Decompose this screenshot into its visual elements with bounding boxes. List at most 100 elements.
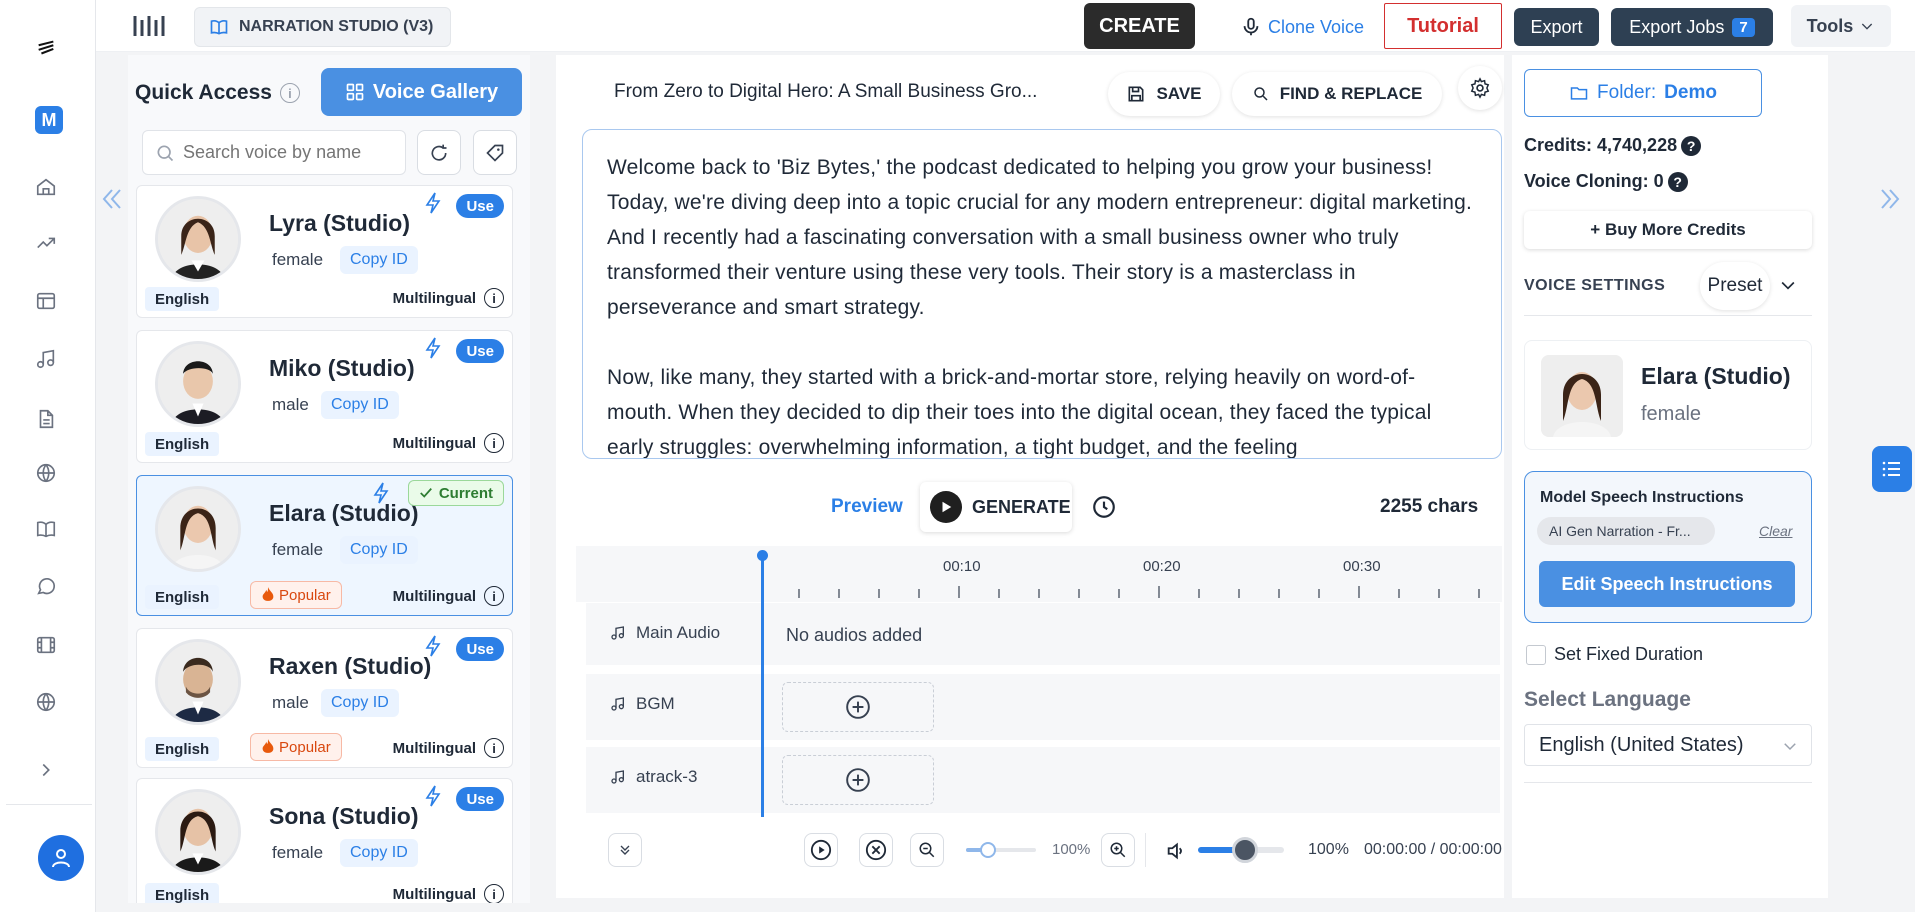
history-icon[interactable] — [1091, 494, 1117, 520]
voice-cloning-value: Voice Cloning: 0 — [1524, 171, 1664, 191]
outline-toggle-button[interactable] — [1872, 446, 1912, 492]
use-voice-button[interactable]: Use — [456, 194, 504, 218]
stop-button[interactable] — [859, 833, 893, 867]
voice-card-raxen[interactable]: Raxen (Studio) male Copy ID Use English … — [136, 628, 513, 768]
copy-id-button[interactable]: Copy ID — [340, 246, 418, 274]
use-voice-button[interactable]: Use — [456, 787, 504, 811]
info-icon[interactable]: i — [484, 586, 504, 606]
collapse-right-icon[interactable] — [1874, 184, 1904, 214]
home-icon[interactable] — [32, 173, 60, 201]
model-label: Multilingual — [392, 290, 476, 307]
volume-icon[interactable] — [1165, 840, 1187, 862]
tag-filter-button[interactable] — [473, 130, 517, 175]
export-jobs-button[interactable]: Export Jobs 7 — [1611, 8, 1773, 46]
layout-icon[interactable] — [32, 287, 60, 315]
track-bgm[interactable]: BGM — [586, 674, 1500, 740]
playhead-handle[interactable] — [757, 550, 768, 561]
chevron-down-icon[interactable] — [1778, 275, 1798, 295]
save-button[interactable]: SAVE — [1108, 72, 1220, 116]
voice-search-box[interactable] — [142, 130, 406, 175]
language-select[interactable]: English (United States) — [1524, 724, 1812, 766]
grid-icon — [346, 83, 364, 101]
quick-access-panel: Quick Access i Voice Gallery Lyra (Studi… — [128, 55, 530, 903]
timeline-ruler[interactable]: 00:10 00:20 00:30 — [576, 546, 1502, 602]
info-icon[interactable]: i — [279, 83, 300, 103]
close-circle-icon — [865, 839, 887, 861]
find-replace-button[interactable]: FIND & REPLACE — [1232, 72, 1442, 116]
info-icon[interactable]: i — [484, 433, 504, 453]
voice-card-miko[interactable]: Miko (Studio) male Copy ID Use English M… — [136, 330, 513, 463]
generate-button[interactable]: GENERATE — [920, 482, 1072, 532]
create-button[interactable]: CREATE — [1084, 3, 1195, 49]
music-icon[interactable] — [32, 345, 60, 373]
play-button[interactable] — [804, 833, 838, 867]
settings-button[interactable] — [1458, 66, 1502, 110]
book-open-icon — [210, 20, 228, 35]
help-icon[interactable]: ? — [1681, 136, 1702, 157]
clone-voice-button[interactable]: Clone Voice — [1213, 7, 1391, 47]
playhead[interactable] — [761, 555, 764, 817]
speech-preset-chip[interactable]: AI Gen Narration - Fr... — [1537, 517, 1715, 545]
voice-card-elara[interactable]: Elara (Studio) female Copy ID Current En… — [136, 475, 513, 616]
export-button[interactable]: Export — [1514, 8, 1599, 46]
trending-icon[interactable] — [32, 229, 60, 257]
track-main-audio[interactable]: Main Audio No audios added — [586, 603, 1500, 665]
globe-alt-icon[interactable] — [32, 688, 60, 716]
copy-id-button[interactable]: Copy ID — [340, 536, 418, 564]
help-icon[interactable]: ? — [1667, 172, 1688, 193]
script-paragraph[interactable]: Now, like many, they started with a bric… — [607, 360, 1477, 458]
voice-name: Lyra (Studio) — [269, 210, 410, 236]
edit-speech-instructions-button[interactable]: Edit Speech Instructions — [1539, 561, 1795, 607]
preview-button[interactable]: Preview — [831, 496, 903, 518]
popular-badge: Popular — [250, 733, 342, 761]
script-editor[interactable]: Welcome back to 'Biz Bytes,' the podcast… — [582, 129, 1502, 459]
expand-rail-icon[interactable] — [32, 756, 60, 784]
info-icon[interactable]: i — [484, 738, 504, 758]
divider — [1524, 782, 1812, 783]
copy-id-button[interactable]: Copy ID — [340, 839, 418, 867]
clear-link[interactable]: Clear — [1759, 523, 1792, 539]
info-icon[interactable]: i — [484, 288, 504, 308]
book-icon[interactable] — [32, 515, 60, 543]
project-type-badge[interactable]: NARRATION STUDIO (V3) — [194, 7, 451, 47]
user-profile-button[interactable] — [38, 835, 84, 881]
voice-card-lyra[interactable]: Lyra (Studio) female Copy ID Use English… — [136, 185, 513, 318]
app-logo-icon[interactable] — [32, 34, 60, 62]
use-voice-button[interactable]: Use — [456, 637, 504, 661]
language-badge: English — [145, 883, 220, 903]
copy-id-button[interactable]: Copy ID — [321, 391, 399, 419]
document-icon[interactable] — [32, 405, 60, 433]
zoom-out-button[interactable] — [910, 833, 944, 867]
chat-icon[interactable] — [32, 573, 60, 601]
refresh-icon — [431, 144, 447, 161]
fixed-duration-checkbox[interactable] — [1526, 645, 1546, 665]
collapse-timeline-button[interactable] — [608, 833, 642, 867]
folder-selector[interactable]: Folder: Demo — [1524, 69, 1762, 117]
voice-search-input[interactable] — [183, 142, 393, 163]
buy-credits-button[interactable]: + Buy More Credits — [1524, 211, 1812, 249]
globe-icon[interactable] — [32, 459, 60, 487]
volume-slider-thumb[interactable] — [1232, 837, 1258, 863]
add-audio-button[interactable] — [782, 755, 934, 805]
project-title[interactable]: From Zero to Digital Hero: A Small Busin… — [614, 81, 1037, 103]
selected-voice-card[interactable]: Elara (Studio) female — [1524, 340, 1812, 450]
zoom-slider-thumb[interactable] — [980, 842, 996, 858]
collapse-left-icon[interactable] — [98, 184, 128, 214]
voice-gallery-button[interactable]: Voice Gallery — [321, 68, 522, 116]
copy-id-button[interactable]: Copy ID — [321, 689, 399, 717]
info-icon[interactable]: i — [484, 884, 504, 903]
voice-card-sona[interactable]: Sona (Studio) female Copy ID Use English… — [136, 778, 513, 903]
script-paragraph[interactable]: Welcome back to 'Biz Bytes,' the podcast… — [607, 150, 1477, 325]
tutorial-button[interactable]: Tutorial — [1384, 3, 1502, 49]
film-icon[interactable] — [32, 631, 60, 659]
zoom-in-button[interactable] — [1101, 833, 1135, 867]
preset-button[interactable]: Preset — [1700, 262, 1770, 310]
add-audio-button[interactable] — [782, 682, 934, 732]
workspace-avatar[interactable]: M — [35, 106, 63, 134]
refresh-button[interactable] — [417, 130, 461, 175]
use-voice-button[interactable]: Use — [456, 339, 504, 363]
zoom-slider[interactable] — [966, 848, 1036, 852]
tools-label: Tools — [1806, 15, 1854, 36]
track-atrack-3[interactable]: atrack-3 — [586, 747, 1500, 813]
tools-menu[interactable]: Tools — [1791, 5, 1891, 47]
